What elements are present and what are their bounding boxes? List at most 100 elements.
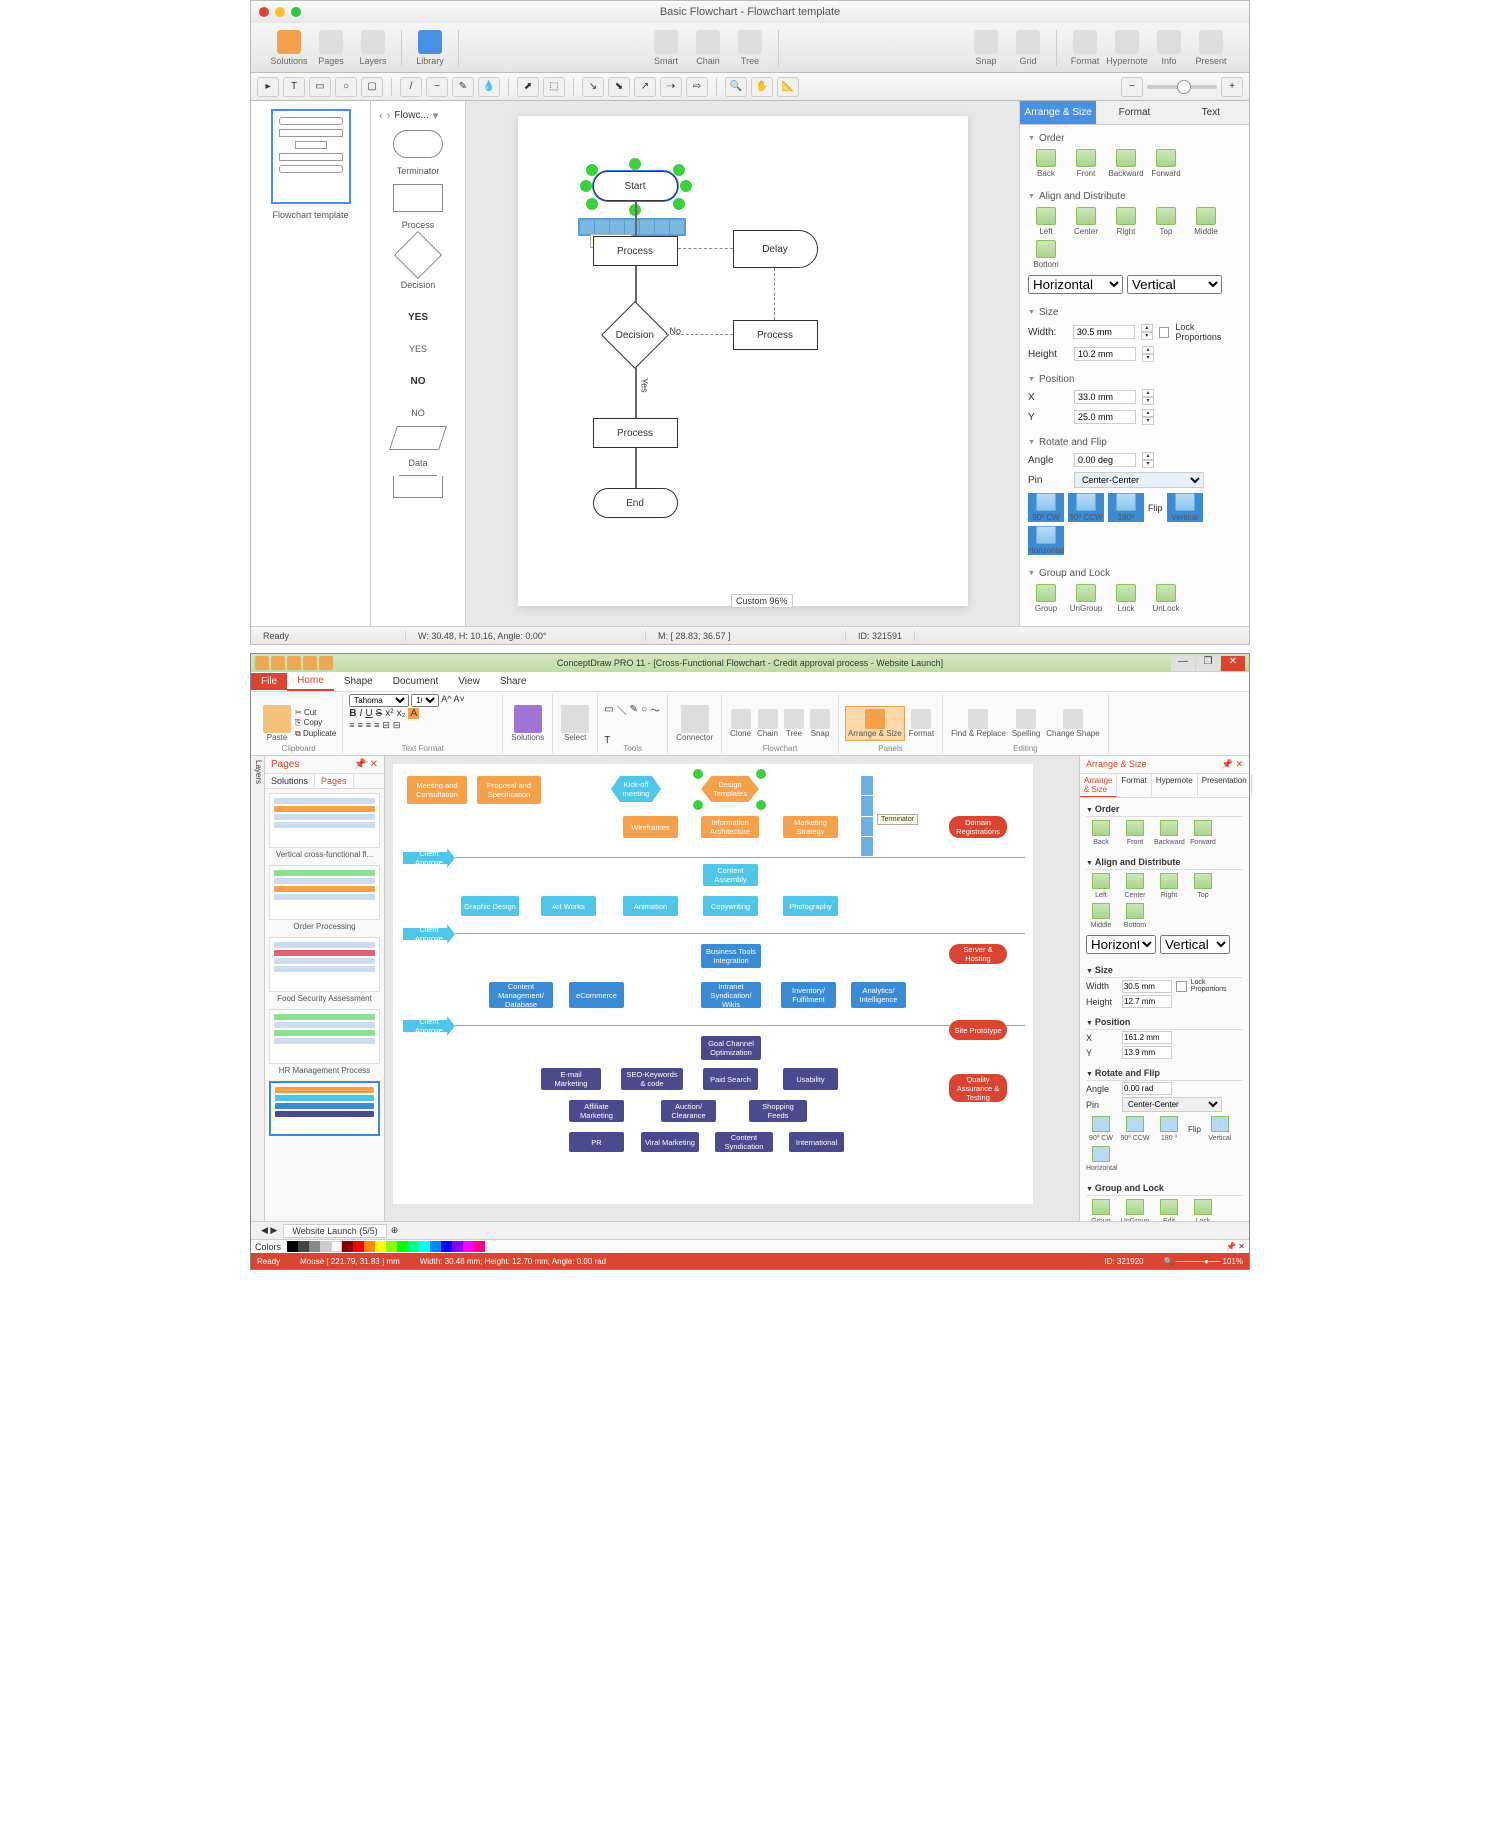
format-panel-button[interactable]: Format [907, 707, 936, 740]
color-swatch[interactable] [463, 1241, 474, 1252]
hypernote-button[interactable]: Hypernote [1107, 30, 1147, 66]
align-center[interactable]: Center [1120, 873, 1150, 899]
underline-btn[interactable]: U [365, 708, 372, 719]
fc-approve[interactable]: Client Approve [403, 924, 455, 944]
delay-shape[interactable]: Delay [733, 230, 818, 268]
color-swatch[interactable] [375, 1241, 386, 1252]
fc-node[interactable]: SEO-Keywords & code [621, 1068, 683, 1090]
pin-select[interactable]: Center-Center [1074, 472, 1204, 488]
color-swatch[interactable] [364, 1241, 375, 1252]
fc-node[interactable]: Usability [783, 1068, 838, 1090]
align-right[interactable]: Right [1154, 873, 1184, 899]
lock-btn[interactable]: Lock [1188, 1199, 1218, 1221]
color-swatch[interactable] [320, 1241, 331, 1252]
angle-input[interactable] [1074, 453, 1136, 467]
italic-btn[interactable]: I [360, 708, 363, 719]
fc-node[interactable]: Goal Channel Optimization [701, 1036, 761, 1060]
end-shape[interactable]: End [593, 488, 678, 518]
menu-file[interactable]: File [251, 673, 287, 690]
canvas[interactable]: Meeting and Consultation Proposal and Sp… [385, 756, 1079, 1221]
color-swatch[interactable] [441, 1241, 452, 1252]
section-rotate[interactable]: Rotate and Flip [1086, 1066, 1243, 1081]
fc-node[interactable]: Shopping Feeds [749, 1100, 807, 1122]
align-right[interactable]: Right [1108, 207, 1144, 236]
page-thumb[interactable] [269, 865, 380, 920]
tree-button[interactable]: Tree [730, 30, 770, 66]
process-shape[interactable]: Process [593, 418, 678, 448]
shape-no[interactable]: NO [399, 362, 437, 400]
process-shape[interactable]: Process [593, 236, 678, 266]
align-top[interactable]: Top [1148, 207, 1184, 236]
align-left[interactable]: Left [1086, 873, 1116, 899]
fc-node[interactable]: Wireframes [623, 816, 678, 838]
page-thumbnail[interactable] [271, 109, 351, 204]
section-align[interactable]: Align and Distribute [1086, 855, 1243, 870]
strike-btn[interactable]: S [376, 708, 383, 719]
shape-decision[interactable] [394, 231, 442, 279]
pages-button[interactable]: Pages [311, 30, 351, 66]
fc-node[interactable]: Art Works [541, 896, 596, 916]
align-middle[interactable]: Middle [1188, 207, 1224, 236]
pencil-tool[interactable]: ✎ [452, 77, 474, 97]
measure-tool[interactable]: 📐 [777, 77, 799, 97]
align-middle[interactable]: Middle [1086, 903, 1116, 929]
fc-node[interactable]: Kick-off meeting [611, 776, 661, 802]
shape-manual[interactable] [393, 476, 443, 498]
find-replace-button[interactable]: Find & Replace [949, 707, 1008, 740]
shape-data[interactable] [389, 426, 447, 450]
change-shape-button[interactable]: Change Shape [1044, 707, 1101, 740]
section-position[interactable]: Position [1028, 372, 1241, 387]
tab-format[interactable]: Format [1096, 101, 1172, 125]
snap-button[interactable]: Snap [966, 30, 1006, 66]
color-swatch[interactable] [386, 1241, 397, 1252]
duplicate-button[interactable]: ⧉ Duplicate [295, 729, 336, 739]
zoom-slider[interactable] [1147, 85, 1217, 89]
close-window[interactable] [259, 7, 269, 17]
zoom-out[interactable]: − [1121, 77, 1143, 97]
order-backward[interactable]: Backward [1154, 820, 1184, 846]
rotate-90ccw[interactable]: 90º CCW [1120, 1116, 1150, 1142]
format-button[interactable]: Format [1065, 30, 1105, 66]
snap-button[interactable]: Snap [808, 707, 832, 740]
section-size[interactable]: Size [1086, 963, 1243, 978]
tool-rect[interactable]: ▭ [604, 704, 613, 715]
pages-tab[interactable]: Pages [315, 774, 354, 788]
ungroup-btn[interactable]: UnGroup [1068, 584, 1104, 613]
rect-tool[interactable]: ▭ [309, 77, 331, 97]
zoom-tool[interactable]: 🔍 [725, 77, 747, 97]
color-swatch[interactable] [331, 1241, 342, 1252]
copy-button[interactable]: ⎘ Copy [295, 718, 336, 728]
dist-h[interactable]: Horizontal [1086, 935, 1156, 954]
fc-node[interactable]: Auction/ Clearance [661, 1100, 716, 1122]
dist-v[interactable]: Vertical [1160, 935, 1230, 954]
fc-node[interactable]: Animation [623, 896, 678, 916]
height-input[interactable] [1074, 347, 1136, 361]
chain-button[interactable]: Chain [688, 30, 728, 66]
chain-button[interactable]: Chain [755, 707, 780, 740]
fc-node[interactable]: Meeting and Consultation [407, 776, 467, 804]
fc-node[interactable]: International [789, 1132, 844, 1152]
order-forward[interactable]: Forward [1148, 149, 1184, 178]
dist-h-select[interactable]: Horizontal [1028, 275, 1123, 294]
tool-curve[interactable]: 〜 [650, 702, 660, 717]
layers-button[interactable]: Layers [353, 30, 393, 66]
arrange-panel-button[interactable]: Arrange & Size [845, 706, 905, 741]
tab-text[interactable]: Text [1173, 101, 1249, 125]
fc-node[interactable]: PR [569, 1132, 624, 1152]
fc-node[interactable]: Marketing Strategy [783, 816, 838, 838]
order-front[interactable]: Front [1120, 820, 1150, 846]
stepper[interactable]: ▴▾ [1142, 452, 1154, 468]
process-shape[interactable]: Process [733, 320, 818, 350]
section-makesame[interactable]: Make Same [1028, 624, 1241, 626]
fc-node[interactable]: Site Prototype [949, 1020, 1007, 1040]
library-menu[interactable]: ▾ [433, 109, 439, 122]
flip-horizontal[interactable]: Horizontal [1028, 526, 1064, 555]
shape-terminator[interactable] [393, 130, 443, 158]
rotate-90cw[interactable]: 90º CW [1028, 493, 1064, 522]
fc-node[interactable]: Content Management/ Database [489, 982, 553, 1008]
connector-button[interactable]: Connector [674, 703, 715, 744]
fc-node[interactable]: Information Architecture [701, 816, 759, 838]
fc-node[interactable]: Photography [783, 896, 838, 916]
fc-node[interactable]: Copywriting [703, 896, 758, 916]
order-back[interactable]: Back [1028, 149, 1064, 178]
